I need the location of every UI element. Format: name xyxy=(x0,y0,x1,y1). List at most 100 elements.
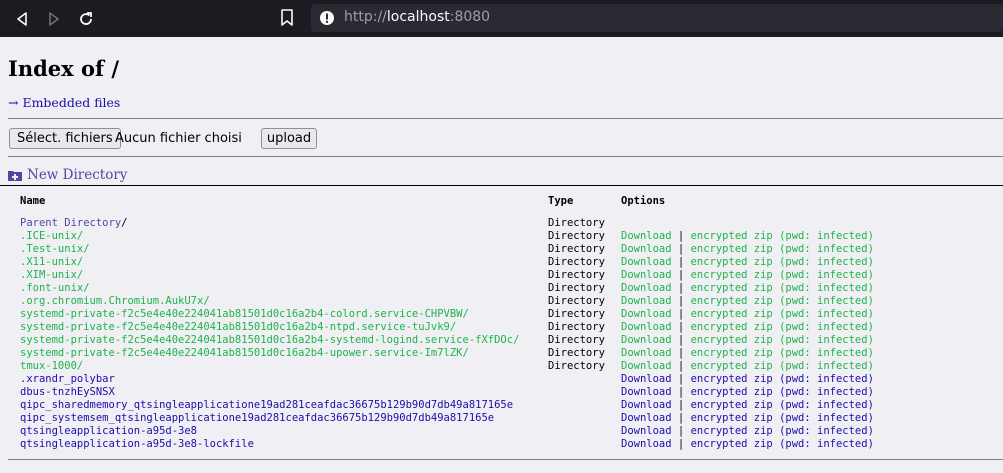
table-row: tmux-1000/Directory Download | encrypted … xyxy=(18,360,876,373)
download-link[interactable]: Download xyxy=(621,256,672,268)
entry-name-link[interactable]: .X11-unix/ xyxy=(20,256,83,268)
table-row: .XIM-unix/Directory Download | encrypted … xyxy=(18,269,876,282)
new-directory-label: New Directory xyxy=(27,167,128,183)
encrypted-zip-link[interactable]: encrypted zip (pwd: infected) xyxy=(691,399,874,411)
options-separator: | xyxy=(677,373,685,385)
row-type xyxy=(546,373,619,386)
table-header-row: Name Type Options xyxy=(18,195,876,212)
download-link[interactable]: Download xyxy=(621,334,672,346)
download-link[interactable]: Download xyxy=(621,399,672,411)
download-link[interactable]: Download xyxy=(621,230,672,242)
encrypted-zip-link[interactable]: encrypted zip (pwd: infected) xyxy=(691,321,874,333)
embedded-files-link[interactable]: → Embedded files xyxy=(8,95,120,110)
entry-name-link[interactable]: tmux-1000/ xyxy=(20,360,83,372)
entry-name-link[interactable]: systemd-private-f2c5e4e40e224041ab81501d… xyxy=(20,308,469,320)
table-row: qipc_sharedmemory_qtsingleapplicatione19… xyxy=(18,399,876,412)
file-listing-table: Name Type Options Parent Directory/ Dire… xyxy=(18,195,876,451)
table-row: .font-unix/Directory Download | encrypted… xyxy=(18,282,876,295)
page-content: Index of / → Embedded files Sélect. fich… xyxy=(0,37,1003,473)
entry-name-link[interactable]: .XIM-unix/ xyxy=(20,269,83,281)
entry-name-link[interactable]: qipc_sharedmemory_qtsingleapplicatione19… xyxy=(20,399,513,411)
encrypted-zip-link[interactable]: encrypted zip (pwd: infected) xyxy=(691,373,874,385)
entry-name-link[interactable]: .org.chromium.Chromium.AukU7x/ xyxy=(20,295,210,307)
download-link[interactable]: Download xyxy=(621,360,672,372)
download-link[interactable]: Download xyxy=(621,308,672,320)
reload-icon[interactable] xyxy=(76,9,96,29)
entry-name-link[interactable]: .xrandr_polybar xyxy=(20,373,115,385)
encrypted-zip-link[interactable]: encrypted zip (pwd: infected) xyxy=(691,425,874,437)
entry-name-link[interactable]: .Test-unix/ xyxy=(20,243,90,255)
download-link[interactable]: Download xyxy=(621,282,672,294)
download-link[interactable]: Download xyxy=(621,425,672,437)
options-separator: | xyxy=(677,412,685,424)
forward-icon[interactable] xyxy=(44,9,64,29)
entry-name-link[interactable]: qipc_systemsem_qtsingleapplicatione19ad2… xyxy=(20,412,494,424)
options-separator: | xyxy=(677,438,685,450)
download-link[interactable]: Download xyxy=(621,347,672,359)
options-separator: | xyxy=(677,269,685,281)
options-separator: | xyxy=(677,334,685,346)
column-header-options: Options xyxy=(621,195,666,207)
encrypted-zip-link[interactable]: encrypted zip (pwd: infected) xyxy=(691,256,874,268)
row-type: Directory xyxy=(548,321,605,333)
divider xyxy=(8,156,1003,157)
options-separator: | xyxy=(677,256,685,268)
row-type: Directory xyxy=(548,217,605,229)
download-link[interactable]: Download xyxy=(621,438,672,450)
options-separator: | xyxy=(677,399,685,411)
encrypted-zip-link[interactable]: encrypted zip (pwd: infected) xyxy=(691,269,874,281)
entry-name-link[interactable]: qtsingleapplication-a95d-3e8 xyxy=(20,425,197,437)
divider xyxy=(0,185,1003,186)
upload-button[interactable]: upload xyxy=(261,128,317,149)
download-link[interactable]: Download xyxy=(621,373,672,385)
encrypted-zip-link[interactable]: encrypted zip (pwd: infected) xyxy=(691,360,874,372)
back-icon[interactable] xyxy=(12,9,32,29)
encrypted-zip-link[interactable]: encrypted zip (pwd: infected) xyxy=(691,438,874,450)
encrypted-zip-link[interactable]: encrypted zip (pwd: infected) xyxy=(691,230,874,242)
row-type: Directory xyxy=(548,295,605,307)
encrypted-zip-link[interactable]: encrypted zip (pwd: infected) xyxy=(691,386,874,398)
entry-name-link[interactable]: systemd-private-f2c5e4e40e224041ab81501d… xyxy=(20,334,519,346)
row-type: Directory xyxy=(548,282,605,294)
options-separator: | xyxy=(677,347,685,359)
new-directory-link[interactable]: New Directory xyxy=(8,167,127,183)
table-row: .xrandr_polybar Download | encrypted zip … xyxy=(18,373,876,386)
info-icon[interactable] xyxy=(319,10,335,26)
encrypted-zip-link[interactable]: encrypted zip (pwd: infected) xyxy=(691,295,874,307)
entry-name-link[interactable]: dbus-tnzhEySNSX xyxy=(20,386,115,398)
entry-name-link[interactable]: qtsingleapplication-a95d-3e8-lockfile xyxy=(20,438,254,450)
parent-directory-link[interactable]: Parent Directory xyxy=(20,217,121,229)
options-separator: | xyxy=(677,243,685,255)
url-bar[interactable]: http://localhost:8080 xyxy=(311,4,1003,32)
entry-name-link[interactable]: systemd-private-f2c5e4e40e224041ab81501d… xyxy=(20,347,469,359)
bookmark-icon[interactable] xyxy=(279,9,295,31)
encrypted-zip-link[interactable]: encrypted zip (pwd: infected) xyxy=(691,282,874,294)
table-row: systemd-private-f2c5e4e40e224041ab81501d… xyxy=(18,308,876,321)
download-link[interactable]: Download xyxy=(621,321,672,333)
download-link[interactable]: Download xyxy=(621,243,672,255)
row-type: Directory xyxy=(548,256,605,268)
entry-name-link[interactable]: .font-unix/ xyxy=(20,282,90,294)
page-title: Index of / xyxy=(8,56,119,81)
entry-name-link[interactable]: systemd-private-f2c5e4e40e224041ab81501d… xyxy=(20,321,456,333)
options-separator: | xyxy=(677,282,685,294)
table-row: systemd-private-f2c5e4e40e224041ab81501d… xyxy=(18,334,876,347)
encrypted-zip-link[interactable]: encrypted zip (pwd: infected) xyxy=(691,308,874,320)
encrypted-zip-link[interactable]: encrypted zip (pwd: infected) xyxy=(691,412,874,424)
row-type xyxy=(546,412,619,425)
download-link[interactable]: Download xyxy=(621,386,672,398)
encrypted-zip-link[interactable]: encrypted zip (pwd: infected) xyxy=(691,243,874,255)
download-link[interactable]: Download xyxy=(621,412,672,424)
table-row: .ICE-unix/Directory Download | encrypted … xyxy=(18,230,876,243)
row-type xyxy=(546,386,619,399)
table-row: dbus-tnzhEySNSX Download | encrypted zip … xyxy=(18,386,876,399)
encrypted-zip-link[interactable]: encrypted zip (pwd: infected) xyxy=(691,347,874,359)
options-separator: | xyxy=(677,360,685,372)
download-link[interactable]: Download xyxy=(621,269,672,281)
row-type: Directory xyxy=(548,243,605,255)
choose-files-button[interactable]: Sélect. fichiers xyxy=(9,128,121,149)
entry-name-link[interactable]: .ICE-unix/ xyxy=(20,230,83,242)
table-row: systemd-private-f2c5e4e40e224041ab81501d… xyxy=(18,321,876,334)
encrypted-zip-link[interactable]: encrypted zip (pwd: infected) xyxy=(691,334,874,346)
download-link[interactable]: Download xyxy=(621,295,672,307)
